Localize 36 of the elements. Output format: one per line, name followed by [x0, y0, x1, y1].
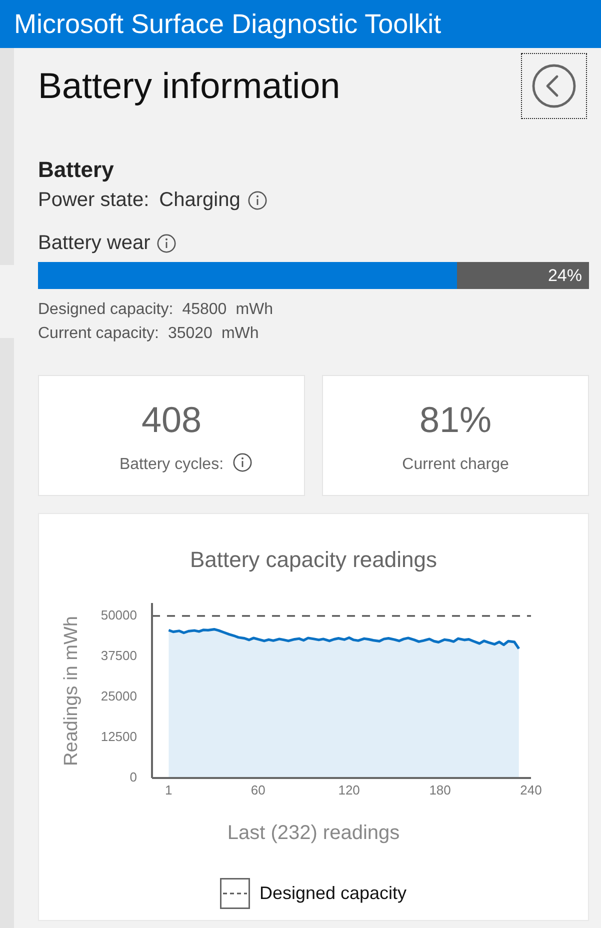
page-title: Battery information	[38, 65, 340, 107]
legend-label: Designed capacity	[259, 882, 407, 904]
chart-title: Battery capacity readings	[190, 546, 438, 574]
axis-tick-label: 0	[130, 769, 137, 784]
capacity-value: 45800	[182, 300, 227, 320]
stat-label: Current charge	[402, 455, 509, 475]
power-state-value: Charging	[159, 188, 240, 212]
info-icon[interactable]	[248, 190, 268, 210]
capacity-unit: mWh	[221, 324, 259, 344]
capacity-value: 35020	[168, 324, 212, 344]
stat-value: 408	[141, 400, 202, 440]
window-title: Microsoft Surface Diagnostic Toolkit	[14, 8, 442, 40]
stat-value: 81%	[419, 400, 492, 440]
axis-tick-label: 12500	[100, 728, 137, 744]
dashed-line-legend-icon	[220, 878, 250, 908]
axis-tick-label: 60	[250, 782, 266, 798]
axis-tick-label: 25000	[100, 688, 137, 704]
stat-label: Battery cycles:	[119, 455, 224, 475]
capacity-label: Current capacity:	[38, 324, 159, 344]
capacity-unit: mWh	[236, 300, 274, 320]
axis-tick-label: 240	[520, 782, 542, 798]
back-button[interactable]	[521, 53, 587, 119]
capacity-label: Designed capacity:	[38, 300, 174, 320]
info-icon[interactable]	[232, 453, 252, 472]
axis-tick-label: 120	[338, 782, 360, 798]
power-state-label: Power state:	[38, 188, 150, 212]
battery-wear-label: Battery wear	[38, 231, 150, 255]
battery-wear-percent: 24%	[548, 265, 582, 287]
axis-tick-label: 1	[165, 782, 172, 798]
axis-tick-label: 37500	[100, 648, 137, 663]
x-axis-title: Last (232) readings	[227, 821, 400, 845]
info-icon[interactable]	[157, 234, 176, 252]
y-axis-title: Readings in mWh	[61, 616, 82, 766]
axis-tick-label: 50000	[100, 607, 137, 622]
axis-tick-label: 180	[429, 782, 451, 798]
section-title: Battery	[38, 157, 114, 183]
